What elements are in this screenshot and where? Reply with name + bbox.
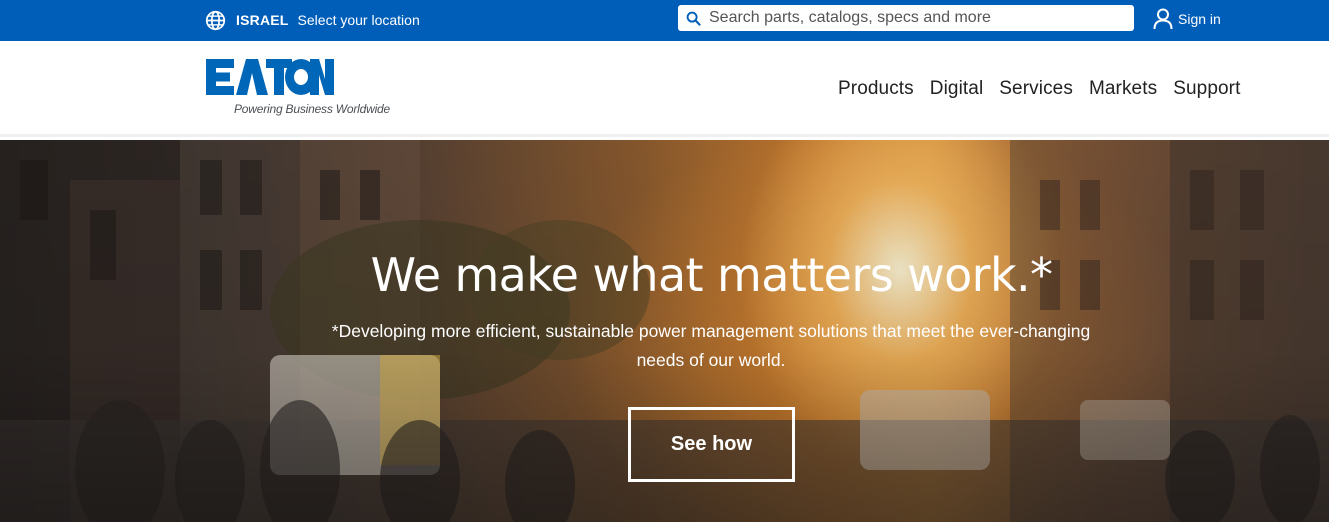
current-country: ISRAEL: [236, 12, 289, 28]
see-how-button[interactable]: See how: [628, 407, 795, 482]
nav-item-digital[interactable]: Digital: [922, 78, 992, 100]
hero-headline: We make what matters work.*: [370, 248, 1053, 302]
hero-subtext: *Developing more efficient, sustainable …: [331, 321, 1091, 370]
select-location-link[interactable]: Select your location: [298, 12, 420, 28]
nav-item-support[interactable]: Support: [1165, 78, 1248, 100]
nav-item-products[interactable]: Products: [830, 78, 922, 100]
utility-bar: ISRAEL Select your location Sign in: [0, 0, 1329, 41]
site-header: Powering Business Worldwide Products Dig…: [0, 41, 1329, 137]
hero-banner: We make what matters work.* *Developing …: [0, 140, 1329, 522]
nav-item-services[interactable]: Services: [991, 78, 1081, 100]
search-input[interactable]: [709, 6, 1119, 30]
globe-icon: [205, 10, 226, 30]
eaton-logo[interactable]: Powering Business Worldwide: [206, 59, 390, 119]
location-selector[interactable]: ISRAEL Select your location: [205, 8, 420, 32]
nav-item-markets[interactable]: Markets: [1081, 78, 1165, 100]
search-box[interactable]: [678, 5, 1134, 31]
search-icon[interactable]: [686, 11, 701, 26]
main-nav: Products Digital Services Markets Suppor…: [830, 78, 1248, 100]
eaton-logo-mark: [206, 59, 334, 95]
sign-in-link[interactable]: Sign in: [1153, 6, 1221, 32]
user-icon: [1153, 8, 1173, 30]
sign-in-label: Sign in: [1178, 11, 1221, 27]
logo-tagline: Powering Business Worldwide: [234, 102, 391, 116]
